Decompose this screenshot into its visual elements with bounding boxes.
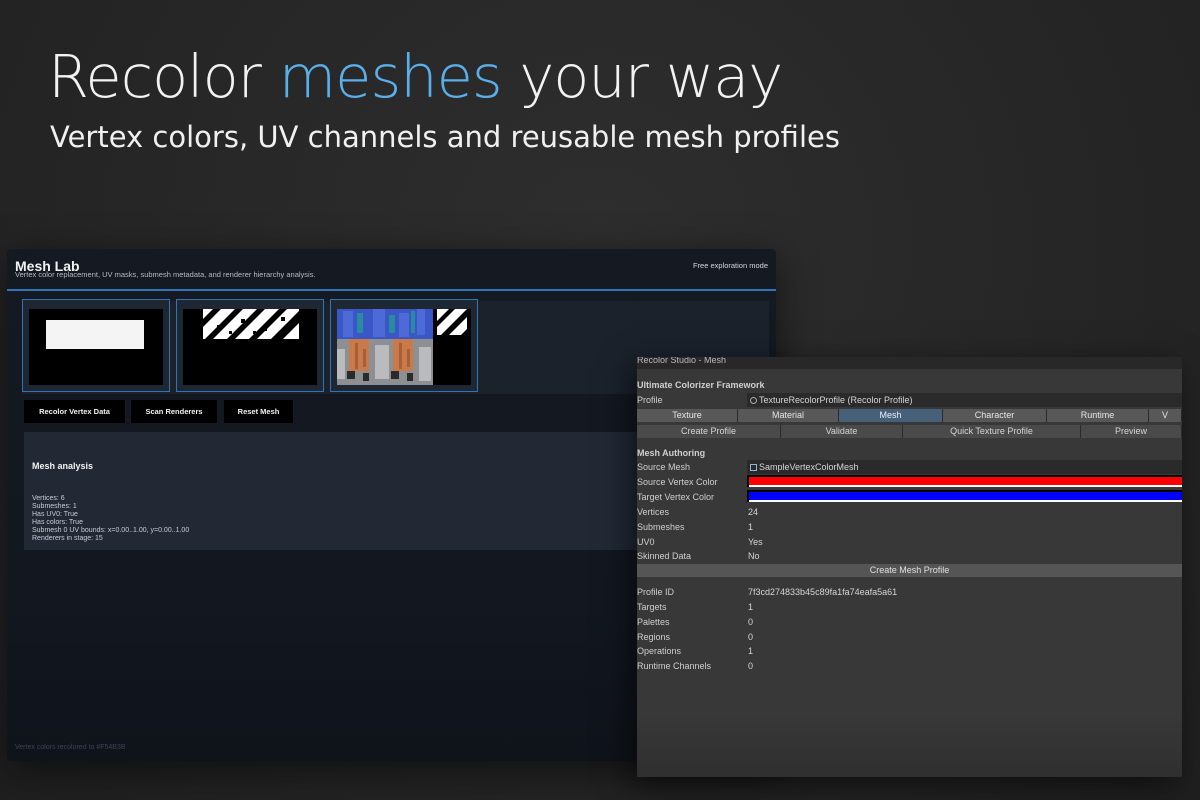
stat-has-uv0: Has UV0: True bbox=[32, 511, 78, 518]
studio-title-bar[interactable]: Recolor Studio - Mesh bbox=[637, 357, 1182, 369]
hero-title-accent: meshes bbox=[278, 42, 503, 111]
action-bar: Create Profile Validate Quick Texture Pr… bbox=[637, 425, 1182, 438]
profile-value: TextureRecolorProfile (Recolor Profile) bbox=[759, 395, 913, 405]
hero-title: Recolor meshes your way bbox=[48, 42, 783, 111]
reset-mesh-button[interactable]: Reset Mesh bbox=[224, 400, 293, 423]
info-value-profile-id: 7f3cd274833b45c89fa1fa74eafa5a61 bbox=[748, 587, 898, 597]
target-color-fill bbox=[749, 492, 1182, 500]
create-profile-button[interactable]: Create Profile bbox=[637, 425, 781, 438]
mesh-authoring-header: Mesh Authoring bbox=[637, 448, 706, 458]
info-value-palettes: 0 bbox=[748, 617, 754, 627]
info-value-regions: 0 bbox=[748, 632, 754, 642]
hero-subtitle: Vertex colors, UV channels and reusable … bbox=[50, 120, 840, 154]
framework-label: Ultimate Colorizer Framework bbox=[637, 380, 765, 390]
source-mesh-label: Source Mesh bbox=[637, 462, 691, 472]
tab-texture[interactable]: Texture bbox=[637, 409, 738, 422]
source-vertex-color-swatch[interactable] bbox=[747, 475, 1182, 487]
profile-asset-icon bbox=[750, 397, 757, 404]
source-vertex-color-label: Source Vertex Color bbox=[637, 477, 718, 487]
create-mesh-profile-button[interactable]: Create Mesh Profile bbox=[637, 564, 1182, 577]
preview-thumbnail-vertex-color[interactable] bbox=[22, 299, 170, 392]
info-label-uv0: UV0 bbox=[637, 537, 655, 547]
info-value-skinned: No bbox=[748, 551, 760, 561]
mesh-asset-icon bbox=[750, 464, 757, 471]
tab-runtime[interactable]: Runtime bbox=[1047, 409, 1149, 422]
stat-has-colors: Has colors: True bbox=[32, 519, 83, 526]
info-label-runtime-channels: Runtime Channels bbox=[637, 661, 712, 671]
info-label-submeshes: Submeshes bbox=[637, 522, 685, 532]
status-footer: Vertex colors recolored to #F54B3B bbox=[15, 744, 126, 751]
tab-character[interactable]: Character bbox=[943, 409, 1047, 422]
mesh-texture-art bbox=[337, 309, 471, 385]
stat-submeshes: Submeshes: 1 bbox=[32, 503, 77, 510]
info-label-regions: Regions bbox=[637, 632, 671, 642]
stat-renderers: Renderers in stage: 15 bbox=[32, 535, 103, 542]
mesh-lab-header: Mesh Lab Vertex color replacement, UV ma… bbox=[7, 249, 776, 291]
hero-title-part2: your way bbox=[501, 42, 783, 111]
preview-thumbnail-mesh-texture[interactable] bbox=[330, 299, 478, 392]
stat-vertices: Vertices: 6 bbox=[32, 495, 65, 502]
info-label-profile-id: Profile ID bbox=[637, 587, 675, 597]
source-mesh-field[interactable]: SampleVertexColorMesh bbox=[747, 460, 1182, 474]
profile-field[interactable]: TextureRecolorProfile (Recolor Profile) bbox=[747, 393, 1182, 407]
mesh-lab-subtitle: Vertex color replacement, UV masks, subm… bbox=[15, 270, 316, 279]
info-value-uv0: Yes bbox=[748, 537, 763, 547]
preview-thumbnail-uv-mask[interactable] bbox=[176, 299, 324, 392]
uv-mask-image bbox=[183, 309, 317, 385]
stat-uv-bounds: Submesh 0 UV bounds: x=0.00..1.00, y=0.0… bbox=[32, 527, 190, 534]
quick-texture-profile-button[interactable]: Quick Texture Profile bbox=[903, 425, 1081, 438]
mesh-analysis-title: Mesh analysis bbox=[32, 461, 94, 471]
target-vertex-color-label: Target Vertex Color bbox=[637, 492, 715, 502]
tab-material[interactable]: Material bbox=[738, 409, 839, 422]
target-vertex-color-swatch[interactable] bbox=[747, 490, 1182, 502]
info-label-palettes: Palettes bbox=[637, 617, 670, 627]
mode-indicator: Free exploration mode bbox=[692, 261, 768, 270]
tab-bar: Texture Material Mesh Character Runtime … bbox=[637, 409, 1182, 422]
studio-window-title: Recolor Studio - Mesh bbox=[637, 357, 727, 365]
uv-mask-stripes bbox=[183, 309, 317, 385]
tab-mesh[interactable]: Mesh bbox=[839, 409, 943, 422]
recolor-studio-window: Recolor Studio - Mesh Ultimate Colorizer… bbox=[637, 357, 1182, 777]
info-value-runtime-channels: 0 bbox=[748, 661, 754, 671]
tab-overflow[interactable]: V bbox=[1149, 409, 1182, 422]
mesh-texture-image bbox=[337, 309, 471, 385]
mesh-stats-list: Vertices: 6 Submeshes: 1 Has UV0: True H… bbox=[32, 495, 189, 543]
info-value-operations: 1 bbox=[748, 646, 754, 656]
source-mesh-value: SampleVertexColorMesh bbox=[759, 462, 859, 472]
info-label-operations: Operations bbox=[637, 646, 682, 656]
info-label-skinned: Skinned Data bbox=[637, 551, 692, 561]
info-value-vertices: 24 bbox=[748, 507, 759, 517]
scan-renderers-button[interactable]: Scan Renderers bbox=[131, 400, 217, 423]
info-label-vertices: Vertices bbox=[637, 507, 670, 517]
preview-image bbox=[29, 309, 163, 385]
info-value-targets: 1 bbox=[748, 602, 754, 612]
info-value-submeshes: 1 bbox=[748, 522, 754, 532]
preview-button[interactable]: Preview bbox=[1081, 425, 1182, 438]
profile-label: Profile bbox=[637, 395, 663, 405]
hero-title-part1: Recolor bbox=[48, 42, 279, 111]
validate-button[interactable]: Validate bbox=[781, 425, 903, 438]
recolor-vertex-data-button[interactable]: Recolor Vertex Data bbox=[24, 400, 125, 423]
info-label-targets: Targets bbox=[637, 602, 667, 612]
source-color-fill bbox=[749, 477, 1182, 485]
